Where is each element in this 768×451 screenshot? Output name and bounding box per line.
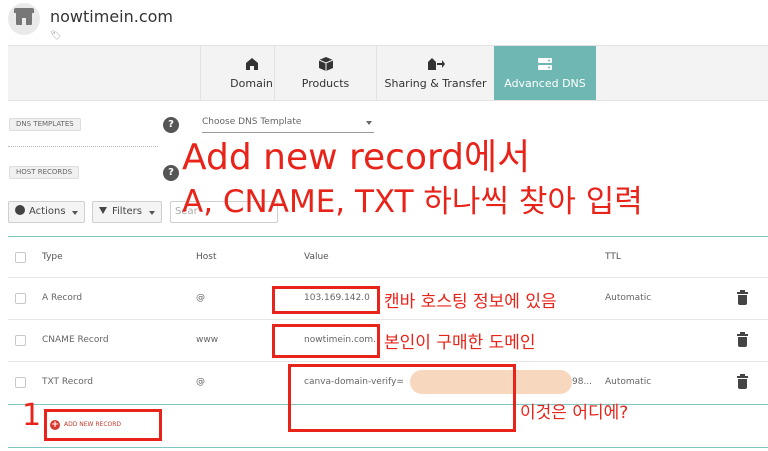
trash-icon[interactable] bbox=[737, 290, 748, 305]
record-host[interactable]: @ bbox=[196, 293, 205, 303]
tag-icon[interactable]: 🏷 bbox=[50, 31, 61, 41]
dns-template-select[interactable]: Choose DNS Template bbox=[202, 117, 374, 133]
annotation-step-number: 1 bbox=[22, 398, 42, 433]
divider bbox=[8, 146, 158, 147]
row-checkbox[interactable] bbox=[15, 377, 26, 388]
chevron-down-icon bbox=[72, 211, 78, 215]
annotation-title-line1: Add new record에서 bbox=[182, 137, 531, 178]
annotation-a-note: 캔바 호스팅 정보에 있음 bbox=[384, 292, 557, 312]
tab-label: Products bbox=[301, 77, 350, 90]
trash-icon[interactable] bbox=[737, 332, 748, 347]
highlight-a-record-value bbox=[272, 286, 380, 314]
filters-button[interactable]: Filters bbox=[92, 201, 162, 223]
chevron-down-icon bbox=[366, 121, 372, 125]
column-header-ttl: TTL bbox=[605, 252, 621, 262]
help-icon[interactable]: ? bbox=[163, 117, 179, 133]
row-divider bbox=[8, 319, 768, 320]
dns-templates-label: DNS TEMPLATES bbox=[9, 118, 81, 131]
dns-template-placeholder: Choose DNS Template bbox=[202, 117, 302, 127]
record-ttl[interactable]: Automatic bbox=[605, 293, 651, 303]
table-top-border bbox=[8, 236, 768, 237]
play-icon bbox=[15, 205, 25, 215]
domain-title: nowtimein.com bbox=[50, 7, 174, 26]
box-icon bbox=[318, 57, 333, 71]
highlight-add-new-record bbox=[44, 409, 162, 441]
row-divider bbox=[8, 277, 768, 278]
annotation-cname-note: 본인이 구매한 도메인 bbox=[384, 333, 536, 353]
select-all-checkbox[interactable] bbox=[15, 252, 26, 263]
domain-tab-bar: Domain Products Sharing & Transfer Advan… bbox=[8, 45, 768, 101]
row-divider bbox=[8, 361, 768, 362]
column-header-value: Value bbox=[304, 252, 329, 262]
tab-label: Advanced DNS bbox=[504, 77, 586, 90]
filter-icon bbox=[99, 207, 107, 214]
column-header-host: Host bbox=[196, 252, 217, 262]
tab-advanced-dns[interactable]: Advanced DNS bbox=[494, 46, 596, 100]
highlight-cname-value bbox=[272, 324, 380, 358]
highlight-txt-value bbox=[288, 364, 516, 432]
record-value-tail: 98... bbox=[572, 377, 593, 387]
tab-label: Sharing & Transfer bbox=[384, 77, 487, 90]
row-checkbox[interactable] bbox=[15, 293, 26, 304]
row-checkbox[interactable] bbox=[15, 335, 26, 346]
actions-button[interactable]: Actions bbox=[8, 201, 85, 223]
annotation-title-line2: A, CNAME, TXT 하나씩 찾아 입력 bbox=[182, 184, 643, 220]
tab-sharing-transfer[interactable]: Sharing & Transfer bbox=[376, 46, 494, 100]
footer-border bbox=[8, 447, 768, 448]
home-icon bbox=[245, 58, 258, 70]
record-ttl[interactable]: Automatic bbox=[605, 377, 651, 387]
trash-icon[interactable] bbox=[737, 374, 748, 389]
record-type[interactable]: TXT Record bbox=[42, 377, 93, 387]
store-avatar bbox=[8, 3, 40, 35]
chevron-down-icon bbox=[149, 211, 155, 215]
annotation-txt-note: 이것은 어디에? bbox=[520, 403, 629, 423]
host-records-label: HOST RECORDS bbox=[9, 166, 80, 179]
share-transfer-icon bbox=[427, 58, 445, 70]
page-header: nowtimein.com 🏷 bbox=[0, 0, 768, 46]
filters-label: Filters bbox=[112, 206, 142, 217]
record-host[interactable]: @ bbox=[196, 377, 205, 387]
tab-products[interactable]: Products bbox=[274, 46, 376, 100]
record-type[interactable]: CNAME Record bbox=[42, 335, 109, 345]
record-type[interactable]: A Record bbox=[42, 293, 82, 303]
storefront-icon bbox=[14, 8, 34, 25]
actions-label: Actions bbox=[29, 206, 66, 217]
column-header-type: Type bbox=[42, 252, 63, 262]
server-icon bbox=[538, 58, 552, 70]
record-host[interactable]: www bbox=[196, 335, 218, 345]
help-icon[interactable]: ? bbox=[163, 165, 179, 181]
